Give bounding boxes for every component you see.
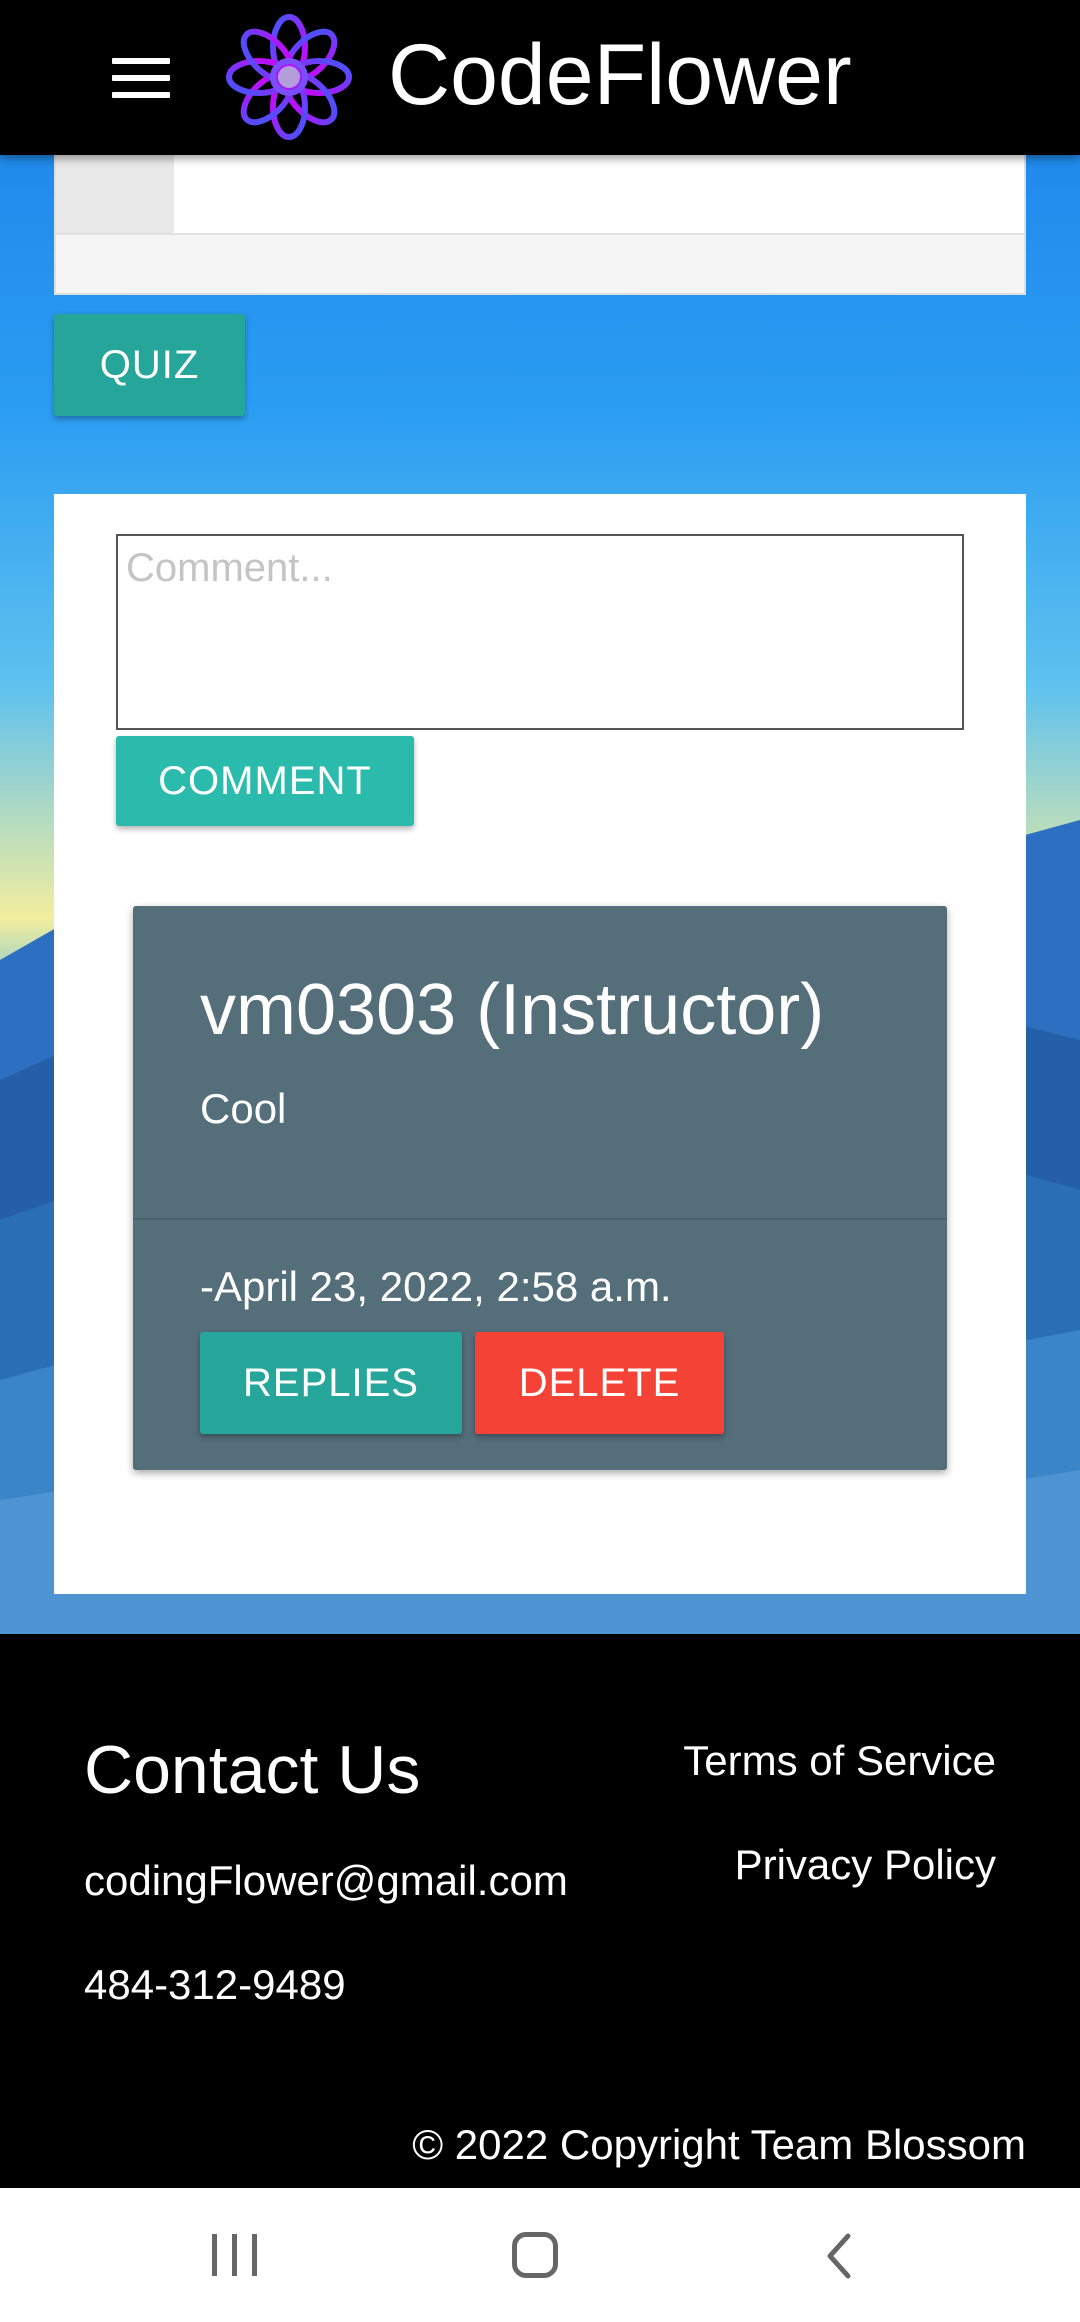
flower-logo-icon[interactable] [222, 10, 356, 144]
table-row [56, 155, 1024, 235]
divider [133, 1218, 947, 1220]
app-title[interactable]: CodeFlower [388, 22, 852, 128]
home-icon[interactable] [512, 2232, 558, 2278]
content-card [54, 155, 1026, 295]
privacy-policy-link[interactable]: Privacy Policy [735, 1840, 996, 1890]
terms-of-service-link[interactable]: Terms of Service [683, 1736, 996, 1786]
contact-email: codingFlower@gmail.com [84, 1857, 568, 1904]
recent-apps-icon[interactable] [212, 2234, 258, 2276]
comment-card: vm0303 (Instructor) Cool -April 23, 2022… [133, 906, 947, 1470]
table-cell [56, 155, 174, 233]
replies-button[interactable]: REPLIES [200, 1332, 462, 1434]
footer: Contact Us codingFlower@gmail.com 484-31… [0, 1634, 1080, 2188]
system-nav-bar [0, 2188, 1080, 2322]
comment-author: vm0303 (Instructor) [200, 970, 825, 1050]
contact-heading: Contact Us [84, 1732, 421, 1808]
back-icon[interactable] [820, 2232, 860, 2280]
comment-section: COMMENT vm0303 (Instructor) Cool -April … [54, 494, 1026, 1594]
hamburger-menu-icon[interactable] [112, 58, 170, 98]
copyright-text: © 2022 Copyright Team Blossom [412, 2121, 1026, 2168]
delete-button[interactable]: DELETE [475, 1332, 724, 1434]
app-bar: CodeFlower [0, 0, 1080, 155]
comment-date: -April 23, 2022, 2:58 a.m. [200, 1263, 672, 1310]
comment-input[interactable] [116, 534, 964, 730]
comment-text: Cool [200, 1085, 287, 1132]
quiz-button[interactable]: QUIZ [54, 314, 245, 416]
comment-submit-button[interactable]: COMMENT [116, 736, 414, 826]
contact-phone: 484-312-9489 [84, 1961, 346, 2008]
